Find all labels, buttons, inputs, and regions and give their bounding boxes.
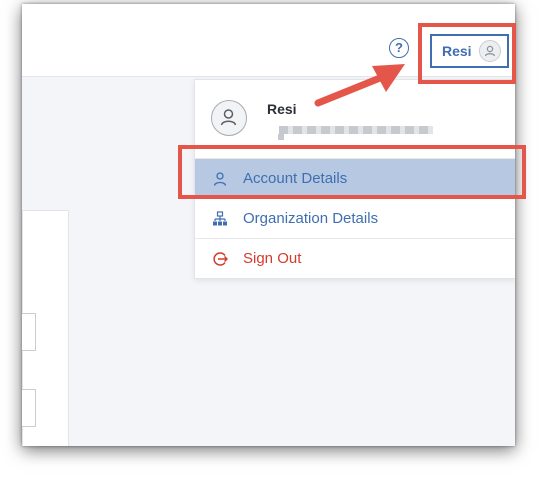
annotation-arrow: [314, 64, 405, 107]
